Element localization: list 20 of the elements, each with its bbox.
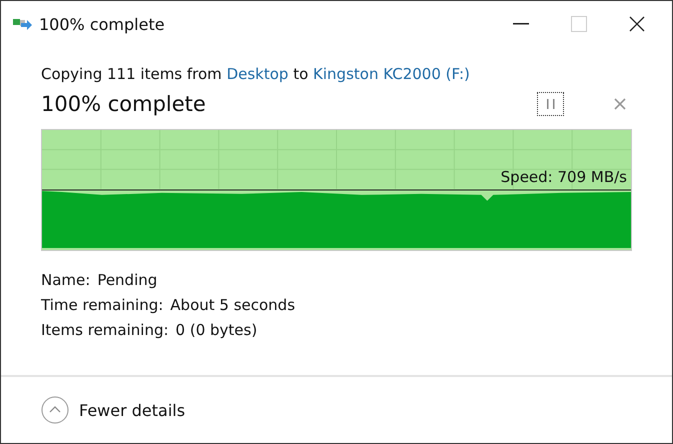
close-icon [629, 16, 645, 32]
detail-label: Time remaining: [41, 296, 164, 314]
minimize-icon [513, 23, 529, 25]
detail-value: 0 (0 bytes) [176, 321, 258, 339]
pause-icon [546, 99, 554, 109]
maximize-icon [571, 16, 587, 32]
location-link[interactable]: Desktop [226, 65, 288, 83]
location-link[interactable]: Kingston KC2000 (F:) [313, 65, 470, 83]
detail-label: Name: [41, 271, 90, 289]
detail-value: Pending [97, 271, 158, 289]
detail-value: About 5 seconds [170, 296, 296, 314]
copy-icon [13, 17, 33, 31]
progress-heading: 100% complete [41, 92, 207, 116]
details-toggle[interactable]: Fewer details [41, 396, 186, 424]
pause-button[interactable] [537, 92, 564, 116]
close-icon [614, 98, 626, 110]
copy-summary: Copying 111 items from Desktop to Kingston KC2000 (F:) [41, 65, 471, 83]
detail-label: Items remaining: [41, 321, 169, 339]
speed-reading: Speed: 709 MB/s [500, 168, 627, 186]
window-title: 100% complete [39, 14, 166, 34]
